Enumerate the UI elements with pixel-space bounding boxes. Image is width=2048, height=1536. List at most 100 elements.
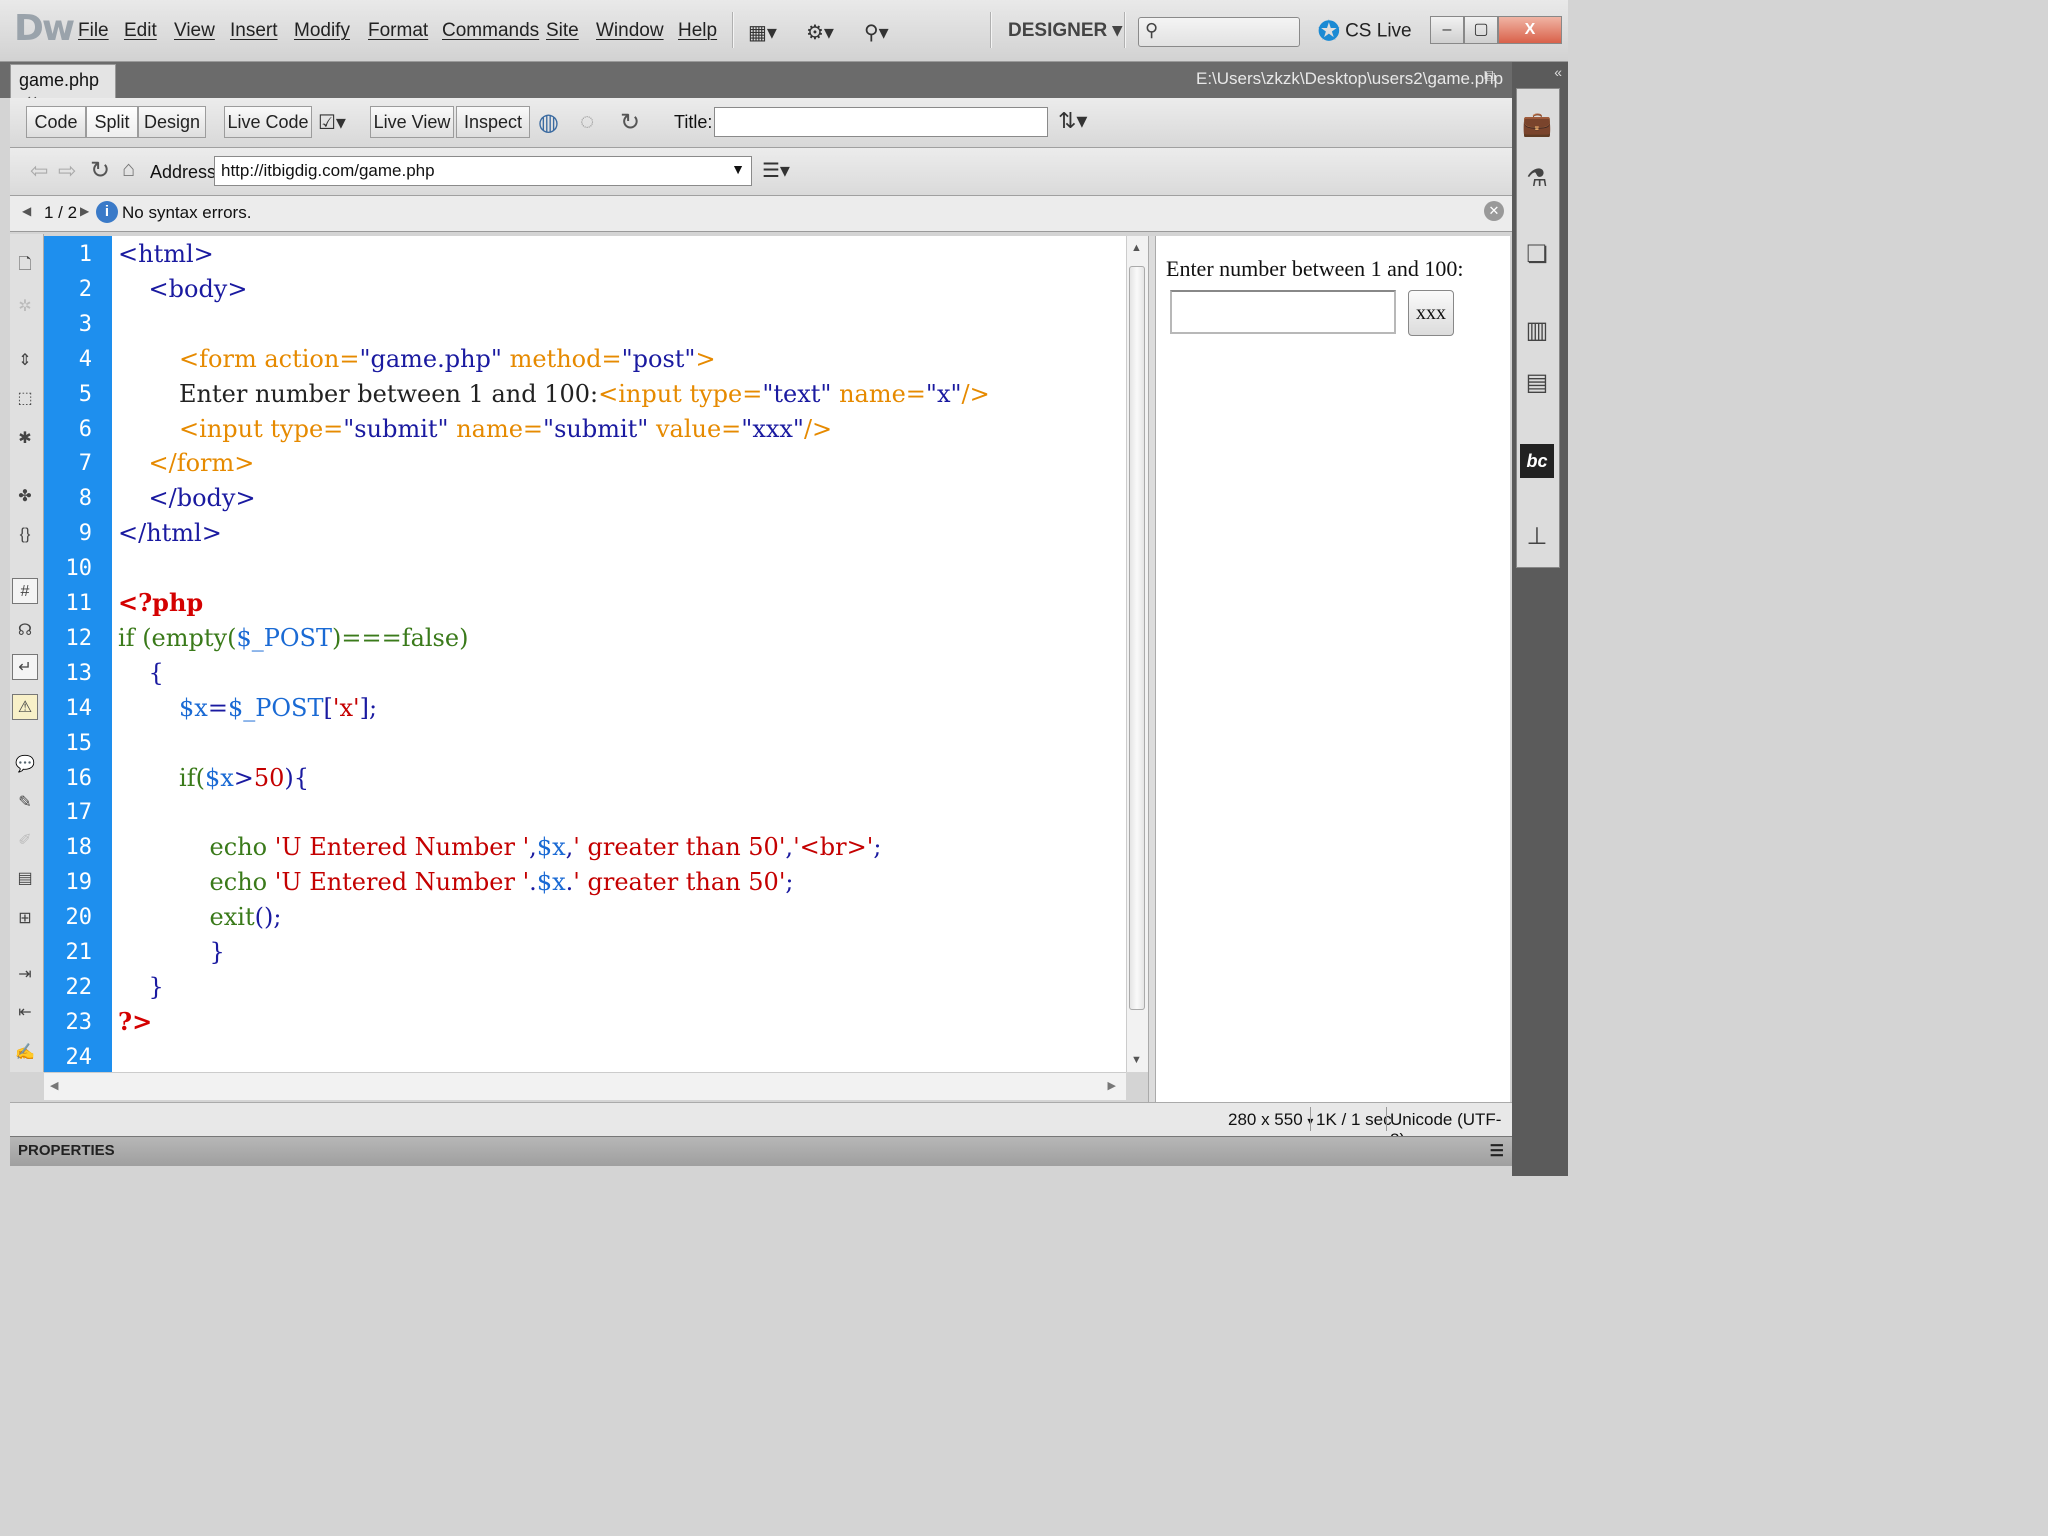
properties-panel-header[interactable]: PROPERTIES ☰: [10, 1136, 1512, 1166]
css-styles-icon[interactable]: ⚗: [1520, 162, 1554, 196]
code-token: <html>: [118, 240, 214, 268]
close-info-icon[interactable]: ✕: [1484, 201, 1504, 221]
menu-view[interactable]: View: [174, 20, 215, 42]
highlight-invalid-icon[interactable]: ☊: [12, 618, 38, 644]
restore-button[interactable]: ▢: [1464, 16, 1498, 44]
code-line: $x=$_POST['x'];: [118, 694, 377, 722]
line-number: 22: [65, 974, 93, 1000]
code-token: .: [529, 868, 537, 897]
split-divider[interactable]: [1148, 236, 1156, 1102]
window-size[interactable]: 280 x 550 ▾: [1228, 1110, 1313, 1130]
document-tab[interactable]: game.php ×: [10, 64, 116, 111]
address-dropdown-icon[interactable]: ▼: [731, 161, 745, 177]
check-browser-icon[interactable]: ☑▾: [318, 110, 346, 135]
open-documents-icon[interactable]: 🗋: [12, 252, 38, 278]
preview-browser-icon[interactable]: ◍: [538, 108, 559, 137]
code-editor[interactable]: <html> <body> <form action="game.php" me…: [112, 236, 1126, 1072]
refresh-icon[interactable]: ↻: [620, 108, 640, 137]
expand-all-icon[interactable]: ✱: [12, 426, 38, 452]
title-input[interactable]: [714, 107, 1048, 137]
address-input[interactable]: http://itbigdig.com/game.php ▼: [214, 156, 752, 186]
code-token: name=: [448, 414, 544, 443]
restore-doc-icon[interactable]: ⧉: [1484, 68, 1495, 86]
scroll-right-icon[interactable]: ▶: [1108, 1079, 1116, 1092]
panel-options-icon[interactable]: ☰: [1490, 1141, 1504, 1161]
menu-edit[interactable]: Edit: [124, 20, 157, 42]
collapse-tag-icon[interactable]: ⇕: [12, 348, 38, 374]
outdent-icon[interactable]: ⇤: [12, 1000, 38, 1026]
scroll-left-icon[interactable]: ◀: [50, 1079, 58, 1092]
line-number: 11: [65, 591, 93, 616]
menu-commands[interactable]: Commands: [442, 20, 539, 42]
wrap-tag-icon[interactable]: ✐: [12, 828, 38, 854]
scrollbar-thumb[interactable]: [1129, 266, 1145, 1010]
code-token: ();: [254, 903, 282, 932]
show-code-navigator-icon[interactable]: ✲: [12, 294, 38, 320]
bindings-icon[interactable]: ▤: [1520, 366, 1554, 400]
code-token: ,: [785, 833, 794, 862]
expand-panels-icon[interactable]: «: [1554, 64, 1562, 80]
insert-panel-icon[interactable]: 💼: [1520, 108, 1554, 142]
design-number-input[interactable]: [1170, 290, 1396, 334]
line-number: 9: [78, 521, 92, 547]
apply-comment-icon[interactable]: 💬: [12, 752, 38, 778]
word-wrap-icon[interactable]: ↵: [12, 654, 38, 680]
menu-site[interactable]: Site: [546, 20, 579, 42]
file-management-icon[interactable]: ⇅▾: [1058, 108, 1087, 134]
business-catalyst-icon[interactable]: bc: [1520, 444, 1554, 478]
balance-braces-icon[interactable]: {}: [12, 522, 38, 548]
live-view-options-icon[interactable]: ☰▾: [762, 158, 790, 183]
horizontal-scrollbar[interactable]: ◀ ▶: [44, 1072, 1126, 1100]
line-number: 17: [65, 800, 93, 826]
select-parent-tag-icon[interactable]: ✤: [12, 484, 38, 510]
remove-comment-icon[interactable]: ✎: [12, 790, 38, 816]
code-token: name=: [831, 379, 926, 408]
layout-icon[interactable]: ▦▾: [748, 20, 777, 45]
collapse-selection-icon[interactable]: ⬚: [12, 386, 38, 412]
scroll-down-icon[interactable]: ▼: [1131, 1054, 1142, 1066]
download-time: 1K / 1 sec: [1316, 1110, 1392, 1129]
visual-aids-icon[interactable]: ◌: [580, 108, 594, 136]
design-view-button[interactable]: Design: [138, 106, 206, 138]
home-icon[interactable]: ⌂: [122, 156, 135, 182]
syntax-coloring-icon[interactable]: ⚠: [12, 694, 38, 720]
document-status-bar: 280 x 550 ▾ 1K / 1 sec Unicode (UTF-8): [10, 1102, 1512, 1149]
back-arrow-icon[interactable]: ⇦: [30, 158, 48, 184]
databases-icon[interactable]: ▥: [1520, 314, 1554, 348]
minimize-button[interactable]: –: [1430, 16, 1464, 44]
extend-gear-icon[interactable]: ⚙▾: [806, 20, 834, 45]
recent-snippets-icon[interactable]: ▤: [12, 866, 38, 892]
scroll-up-icon[interactable]: ▲: [1131, 242, 1142, 254]
files-icon[interactable]: ⊥: [1520, 520, 1554, 554]
format-source-icon[interactable]: ✍: [12, 1040, 38, 1066]
ap-elements-icon[interactable]: ❏: [1520, 238, 1554, 272]
line-numbers-icon[interactable]: #: [12, 578, 38, 604]
code-view-button[interactable]: Code: [26, 106, 86, 138]
line-number: 8: [78, 486, 92, 512]
indent-icon[interactable]: ⇥: [12, 962, 38, 988]
next-error-icon[interactable]: ▶: [80, 204, 89, 218]
close-window-button[interactable]: X: [1498, 16, 1562, 44]
menu-window[interactable]: Window: [596, 20, 664, 42]
workspace-switcher[interactable]: DESIGNER ▾: [1008, 19, 1122, 42]
code-line: exit();: [118, 903, 282, 932]
design-submit-button[interactable]: xxx: [1408, 290, 1454, 336]
cs-live-button[interactable]: ✪ CS Live: [1318, 16, 1412, 47]
site-manager-icon[interactable]: ⚲▾: [864, 20, 889, 45]
menu-help[interactable]: Help: [678, 20, 717, 42]
menu-format[interactable]: Format: [368, 20, 428, 42]
forward-arrow-icon[interactable]: ⇨: [58, 158, 76, 184]
live-view-button[interactable]: Live View: [370, 106, 454, 138]
menu-modify[interactable]: Modify: [294, 20, 350, 42]
menu-insert[interactable]: Insert: [230, 20, 278, 42]
prev-error-icon[interactable]: ◀: [22, 204, 31, 218]
move-css-icon[interactable]: ⊞: [12, 906, 38, 932]
inspect-button[interactable]: Inspect: [456, 106, 530, 138]
help-search-input[interactable]: ⚲: [1138, 17, 1300, 47]
vertical-scrollbar[interactable]: ▲ ▼: [1126, 236, 1148, 1072]
menu-file[interactable]: File: [78, 20, 109, 42]
live-code-button[interactable]: Live Code: [224, 106, 312, 138]
split-view-button[interactable]: Split: [86, 106, 138, 138]
reload-icon[interactable]: ↻: [90, 156, 110, 185]
properties-title: PROPERTIES: [18, 1142, 115, 1159]
